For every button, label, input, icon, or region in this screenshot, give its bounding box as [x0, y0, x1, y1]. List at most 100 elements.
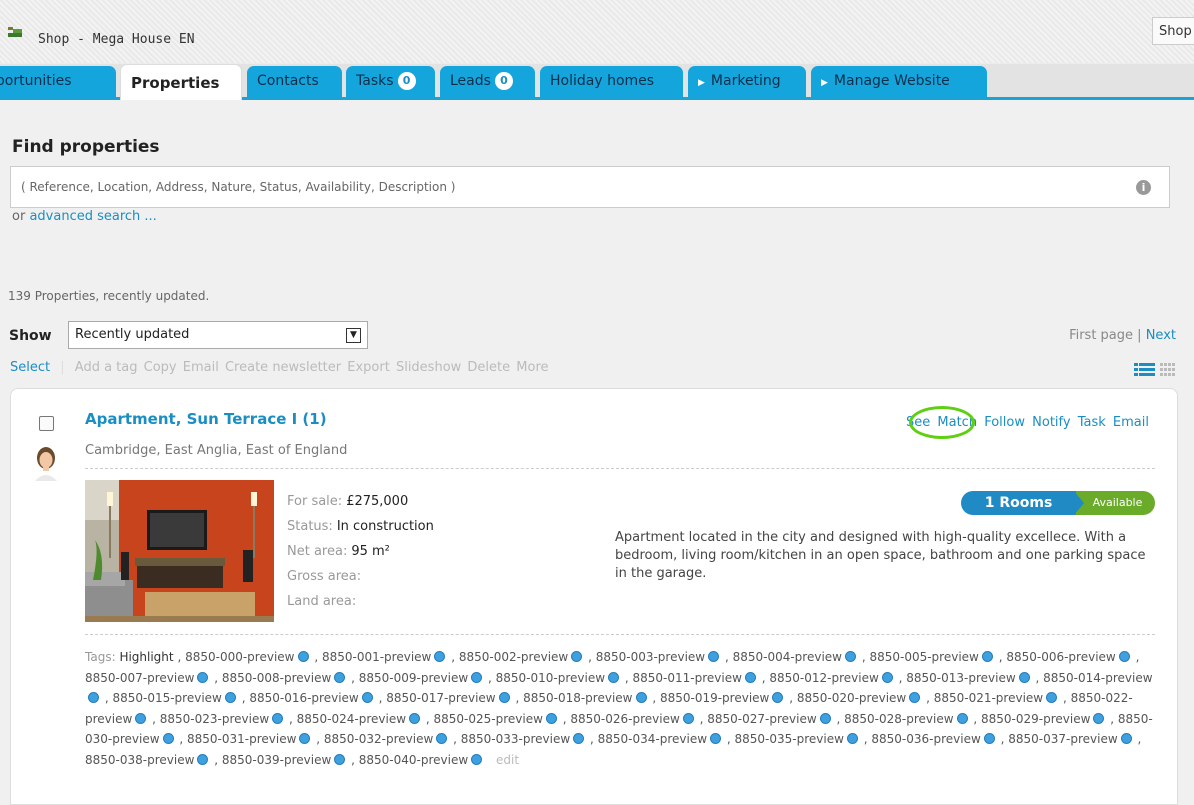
globe-icon[interactable]	[571, 651, 583, 662]
tag-item[interactable]: 8850-039-preview	[218, 753, 331, 767]
tag-item[interactable]: 8850-032-preview	[320, 732, 433, 746]
globe-icon[interactable]	[881, 671, 893, 683]
tag-item[interactable]: 8850-037-preview	[1004, 732, 1117, 746]
sort-select[interactable]: Recently updated ▼	[68, 321, 368, 349]
action-delete[interactable]: Delete	[467, 360, 510, 375]
globe-icon[interactable]	[708, 651, 720, 662]
tag-item[interactable]: 8850-038-preview	[85, 753, 194, 767]
tag-item[interactable]: 8850-018-preview	[519, 691, 632, 705]
tag-item[interactable]: 8850-016-preview	[246, 691, 358, 705]
globe-icon[interactable]	[88, 692, 99, 703]
globe-icon[interactable]	[845, 651, 856, 662]
tab-holiday-homes[interactable]: Holiday homes	[540, 66, 683, 97]
follow-link[interactable]: Follow	[984, 415, 1025, 430]
tag-item[interactable]: 8850-011-preview	[629, 671, 741, 685]
globe-icon[interactable]	[471, 753, 483, 765]
task-link[interactable]: Task	[1078, 415, 1106, 430]
tag-item[interactable]: 8850-023-preview	[156, 712, 269, 726]
tag-item[interactable]: 8850-029-preview	[977, 712, 1090, 726]
tag-item[interactable]: 8850-000-preview	[181, 650, 294, 664]
tag-item[interactable]: 8850-034-preview	[594, 732, 707, 746]
tag-item[interactable]: 8850-002-preview	[455, 650, 568, 664]
tag-item[interactable]: 8850-006-preview	[1003, 650, 1115, 664]
tag-item[interactable]: 8850-024-preview	[293, 712, 406, 726]
globe-icon[interactable]	[819, 712, 831, 724]
globe-icon[interactable]	[135, 712, 147, 724]
tag-item[interactable]: 8850-013-preview	[902, 671, 1015, 685]
globe-icon[interactable]	[1093, 712, 1105, 724]
tag-item[interactable]: 8850-004-preview	[729, 650, 842, 664]
globe-icon[interactable]	[981, 651, 993, 662]
notify-link[interactable]: Notify	[1032, 415, 1070, 430]
globe-icon[interactable]	[272, 712, 284, 724]
tag-item[interactable]: 8850-001-preview	[318, 650, 431, 664]
tag-item[interactable]: 8850-021-preview	[930, 691, 1043, 705]
tab-properties[interactable]: Properties	[120, 64, 242, 100]
info-icon[interactable]: i	[1136, 180, 1151, 195]
tag-item[interactable]: 8850-035-preview	[731, 732, 844, 746]
globe-icon[interactable]	[545, 712, 557, 724]
property-checkbox[interactable]	[39, 416, 54, 431]
globe-icon[interactable]	[162, 733, 174, 744]
globe-icon[interactable]	[334, 753, 346, 765]
tag-item[interactable]: 8850-008-preview	[218, 671, 331, 685]
tag-item[interactable]: 8850-031-preview	[183, 732, 296, 746]
property-photo[interactable]	[85, 480, 274, 622]
globe-icon[interactable]	[436, 733, 448, 744]
globe-icon[interactable]	[434, 651, 446, 662]
tag-item[interactable]: 8850-033-preview	[457, 732, 570, 746]
tag-item[interactable]: 8850-003-preview	[592, 650, 705, 664]
tab-marketing[interactable]: ▶ Marketing	[688, 66, 806, 97]
globe-icon[interactable]	[297, 651, 309, 662]
tag-item[interactable]: 8850-040-preview	[355, 753, 468, 767]
tab-contacts[interactable]: Contacts	[247, 66, 342, 97]
globe-icon[interactable]	[744, 671, 756, 683]
globe-icon[interactable]	[956, 712, 968, 724]
globe-icon[interactable]	[197, 671, 209, 683]
action-create-newsletter[interactable]: Create newsletter	[225, 360, 341, 375]
globe-icon[interactable]	[710, 733, 722, 744]
globe-icon[interactable]	[299, 733, 311, 744]
globe-icon[interactable]	[846, 733, 858, 744]
tag-item[interactable]: 8850-012-preview	[766, 671, 878, 685]
action-more[interactable]: More	[516, 360, 548, 375]
tab-manage-website[interactable]: ▶ Manage Website	[811, 66, 987, 97]
globe-icon[interactable]	[1118, 651, 1130, 662]
globe-icon[interactable]	[334, 671, 346, 683]
globe-icon[interactable]	[772, 692, 784, 703]
tag-item[interactable]: 8850-017-preview	[382, 691, 495, 705]
tag-item[interactable]: 8850-036-preview	[868, 732, 980, 746]
edit-tags-link[interactable]: edit	[496, 753, 519, 767]
globe-icon[interactable]	[197, 753, 209, 765]
tag-item[interactable]: 8850-027-preview	[703, 712, 816, 726]
tag-item[interactable]: 8850-005-preview	[866, 650, 978, 664]
email-link[interactable]: Email	[1113, 415, 1149, 430]
tag-item[interactable]: 8850-025-preview	[430, 712, 543, 726]
tag-item[interactable]: 8850-020-preview	[793, 691, 906, 705]
grid-view-icon[interactable]	[1160, 363, 1175, 376]
action-email[interactable]: Email	[183, 360, 219, 375]
globe-icon[interactable]	[1018, 671, 1030, 683]
globe-icon[interactable]	[682, 712, 694, 724]
globe-icon[interactable]	[635, 692, 647, 703]
select-link[interactable]: Select	[10, 360, 50, 375]
globe-icon[interactable]	[224, 692, 236, 703]
tab-leads[interactable]: Leads 0	[440, 66, 535, 97]
tag-item[interactable]: 8850-019-preview	[656, 691, 769, 705]
tag-highlight[interactable]: Highlight	[119, 650, 173, 664]
tag-item[interactable]: 8850-010-preview	[492, 671, 605, 685]
globe-icon[interactable]	[409, 712, 421, 724]
action-slideshow[interactable]: Slideshow	[396, 360, 461, 375]
action-export[interactable]: Export	[347, 360, 390, 375]
globe-icon[interactable]	[608, 671, 620, 683]
globe-icon[interactable]	[1046, 692, 1058, 703]
globe-icon[interactable]	[1120, 733, 1132, 744]
tab-tasks[interactable]: Tasks 0	[346, 66, 435, 97]
globe-icon[interactable]	[361, 692, 373, 703]
advanced-search-link[interactable]: advanced search ...	[29, 209, 156, 224]
globe-icon[interactable]	[498, 692, 510, 703]
action-copy[interactable]: Copy	[144, 360, 177, 375]
globe-icon[interactable]	[909, 692, 921, 703]
globe-icon[interactable]	[983, 733, 995, 744]
action-add-tag[interactable]: Add a tag	[75, 360, 138, 375]
